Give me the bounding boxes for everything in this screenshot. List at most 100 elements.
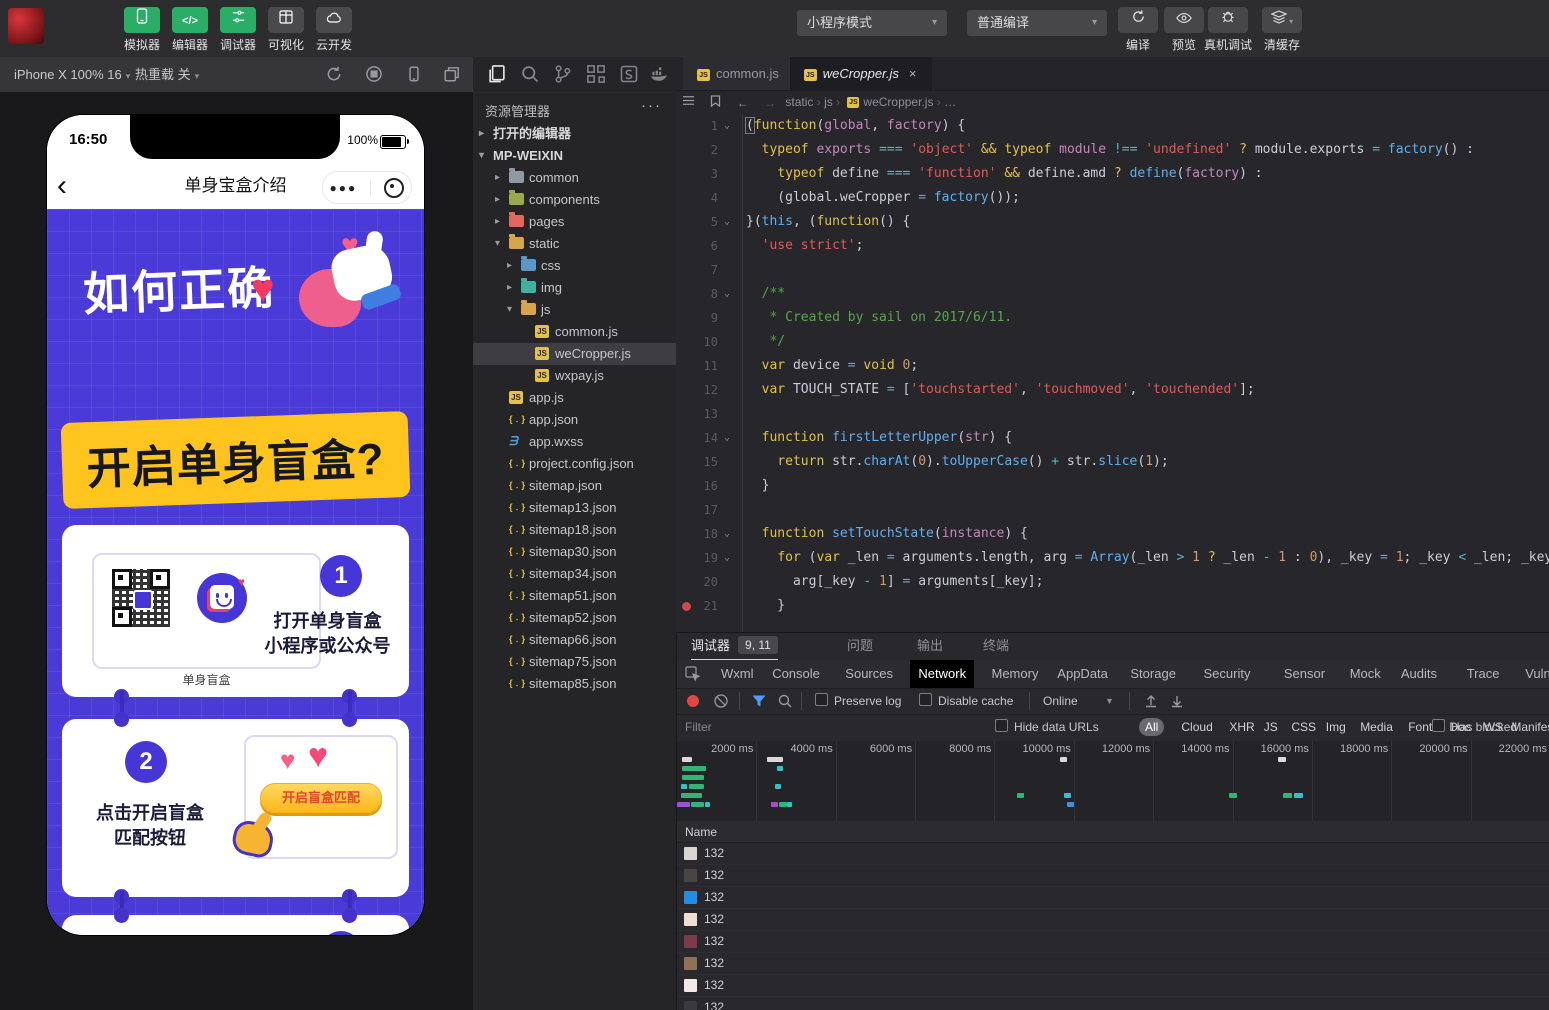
line-number[interactable]: 18 bbox=[676, 522, 718, 546]
grid-icon[interactable] bbox=[586, 64, 608, 86]
chevron-down-icon[interactable]: ▼ bbox=[1105, 688, 1114, 714]
filter-funnel-icon[interactable] bbox=[751, 693, 767, 709]
breadcrumb-item[interactable]: weCropper.js bbox=[863, 95, 933, 109]
editor-tab-weCropper.js[interactable]: JS weCropper.js × bbox=[789, 57, 932, 90]
user-avatar[interactable] bbox=[8, 8, 44, 44]
line-number[interactable]: 9 bbox=[676, 306, 718, 330]
record-stop-icon[interactable] bbox=[365, 65, 385, 85]
line-number[interactable]: 15 bbox=[676, 450, 718, 474]
tree-item-project.config.json[interactable]: {﹒} project.config.json bbox=[473, 453, 676, 475]
network-timeline[interactable]: 2000 ms 4000 ms 6000 ms 8000 ms 10000 ms 1200… bbox=[677, 741, 1549, 822]
request-row[interactable]: 132 bbox=[677, 953, 1549, 975]
name-column-header[interactable]: Name bbox=[677, 821, 1549, 843]
line-number[interactable]: 14 bbox=[676, 426, 718, 450]
tree-item-打开的编辑器[interactable]: ▸ 打开的编辑器 bbox=[473, 123, 676, 145]
devtools-tab-AppData[interactable]: AppData bbox=[1049, 660, 1116, 688]
hide-data-urls-checkbox[interactable]: Hide data URLs bbox=[995, 714, 1099, 741]
devtools-tab-Sensor[interactable]: Sensor bbox=[1276, 660, 1333, 688]
panel-tab-输出[interactable]: 输出 bbox=[917, 633, 943, 659]
tree-item-wxpay.js[interactable]: JS wxpay.js bbox=[473, 365, 676, 387]
line-number[interactable]: 20 bbox=[676, 570, 718, 594]
whale-icon[interactable] bbox=[649, 64, 671, 86]
import-har-icon[interactable] bbox=[1143, 693, 1159, 709]
request-row[interactable]: 132 bbox=[677, 887, 1549, 909]
editor-tab-common.js[interactable]: JS common.js bbox=[683, 57, 794, 90]
type-filter-XHR[interactable]: XHR bbox=[1229, 714, 1254, 741]
tree-item-sitemap30.json[interactable]: {﹒} sitemap30.json bbox=[473, 541, 676, 563]
line-number[interactable]: 17 bbox=[676, 498, 718, 522]
search-icon[interactable] bbox=[777, 693, 793, 709]
filter-input[interactable]: Filter bbox=[685, 714, 712, 741]
fold-chevron-icon[interactable]: ⌄ bbox=[724, 522, 738, 546]
fold-chevron-icon[interactable]: ⌄ bbox=[724, 426, 738, 450]
tree-item-sitemap.json[interactable]: {﹒} sitemap.json bbox=[473, 475, 676, 497]
refresh-icon[interactable] bbox=[325, 65, 345, 85]
request-row[interactable]: 132 bbox=[677, 997, 1549, 1010]
tool-button-cloud[interactable]: 云开发 bbox=[312, 7, 356, 53]
fold-chevron-icon[interactable]: ⌄ bbox=[724, 114, 738, 138]
line-number[interactable]: 4 bbox=[676, 186, 718, 210]
line-number[interactable]: 7 bbox=[676, 258, 718, 282]
bookmark-icon[interactable] bbox=[710, 91, 721, 115]
disable-cache-checkbox[interactable]: Disable cache bbox=[919, 688, 1013, 714]
compile-mode-select[interactable]: 普通编译 ▾ bbox=[967, 10, 1107, 36]
line-number[interactable]: 11 bbox=[676, 354, 718, 378]
line-number[interactable]: 13 bbox=[676, 402, 718, 426]
tree-item-sitemap51.json[interactable]: {﹒} sitemap51.json bbox=[473, 585, 676, 607]
tree-item-app.js[interactable]: JS app.js bbox=[473, 387, 676, 409]
inspect-cursor-icon[interactable] bbox=[685, 666, 701, 682]
tool-button-phone[interactable]: 模拟器 bbox=[120, 7, 164, 53]
hot-reload-toggle[interactable]: 热重载 关 ▾ bbox=[135, 57, 199, 92]
line-number[interactable]: 1 bbox=[676, 114, 718, 138]
tree-item-sitemap85.json[interactable]: {﹒} sitemap85.json bbox=[473, 673, 676, 695]
action-button-compile[interactable]: 编译 bbox=[1112, 7, 1164, 53]
request-row[interactable]: 132 bbox=[677, 865, 1549, 887]
fold-chevron-icon[interactable]: ⌄ bbox=[724, 282, 738, 306]
more-actions-icon[interactable]: ··· bbox=[641, 97, 662, 114]
breadcrumb-item[interactable]: js bbox=[824, 95, 833, 109]
fold-chevron-icon[interactable]: ⌄ bbox=[724, 546, 738, 570]
tree-item-components[interactable]: ▸ components bbox=[473, 189, 676, 211]
tree-item-sitemap18.json[interactable]: {﹒} sitemap18.json bbox=[473, 519, 676, 541]
tree-item-js[interactable]: ▾ js bbox=[473, 299, 676, 321]
tree-item-sitemap34.json[interactable]: {﹒} sitemap34.json bbox=[473, 563, 676, 585]
line-number[interactable]: 6 bbox=[676, 234, 718, 258]
devtools-tab-Audits[interactable]: Audits bbox=[1393, 660, 1445, 688]
throttling-select[interactable]: Online bbox=[1043, 688, 1078, 714]
tree-item-app.json[interactable]: {﹒} app.json bbox=[473, 409, 676, 431]
devtools-tab-Mock[interactable]: Mock bbox=[1342, 660, 1389, 688]
line-number[interactable]: 16 bbox=[676, 474, 718, 498]
action-button-bug[interactable]: 真机调试 bbox=[1202, 7, 1254, 53]
tree-item-MP-WEIXIN[interactable]: ▾ MP-WEIXIN bbox=[473, 145, 676, 167]
line-number[interactable]: 10 bbox=[676, 330, 718, 354]
request-row[interactable]: 132 bbox=[677, 975, 1549, 997]
preserve-log-checkbox[interactable]: Preserve log bbox=[815, 688, 901, 714]
type-filter-Cloud[interactable]: Cloud bbox=[1181, 714, 1212, 741]
mode-select[interactable]: 小程序模式 ▾ bbox=[797, 10, 947, 36]
tree-item-common[interactable]: ▸ common bbox=[473, 167, 676, 189]
line-number[interactable]: 19 bbox=[676, 546, 718, 570]
request-row[interactable]: 132 bbox=[677, 843, 1549, 865]
more-menu-icon[interactable]: ●●● bbox=[330, 181, 358, 195]
back-arrow-icon[interactable]: ← bbox=[737, 91, 749, 115]
line-number[interactable]: 12 bbox=[676, 378, 718, 402]
type-filter-All[interactable]: All bbox=[1139, 718, 1165, 736]
snippet-icon[interactable] bbox=[619, 64, 641, 86]
tool-button-debug[interactable]: 调试器 bbox=[216, 7, 260, 53]
breakpoint-icon[interactable] bbox=[682, 602, 691, 611]
tree-item-weCropper.js[interactable]: JS weCropper.js bbox=[473, 343, 676, 365]
request-row[interactable]: 132 bbox=[677, 931, 1549, 953]
type-filter-JS[interactable]: JS bbox=[1264, 714, 1278, 741]
type-filter-CSS[interactable]: CSS bbox=[1291, 714, 1316, 741]
devtools-tab-Console[interactable]: Console bbox=[764, 660, 828, 688]
tree-item-common.js[interactable]: JS common.js bbox=[473, 321, 676, 343]
detach-window-icon[interactable] bbox=[443, 65, 463, 85]
breadcrumb-item[interactable]: … bbox=[944, 95, 956, 109]
action-button-cache[interactable]: ▾ 清缓存 bbox=[1256, 7, 1308, 53]
search-icon[interactable] bbox=[520, 64, 542, 86]
type-filter-Media[interactable]: Media bbox=[1360, 714, 1393, 741]
tool-button-layout[interactable]: 可视化 bbox=[264, 7, 308, 53]
close-target-icon[interactable] bbox=[384, 177, 405, 198]
panel-tab-问题[interactable]: 问题 bbox=[847, 633, 873, 659]
devtools-tab-Sources[interactable]: Sources bbox=[837, 660, 901, 688]
